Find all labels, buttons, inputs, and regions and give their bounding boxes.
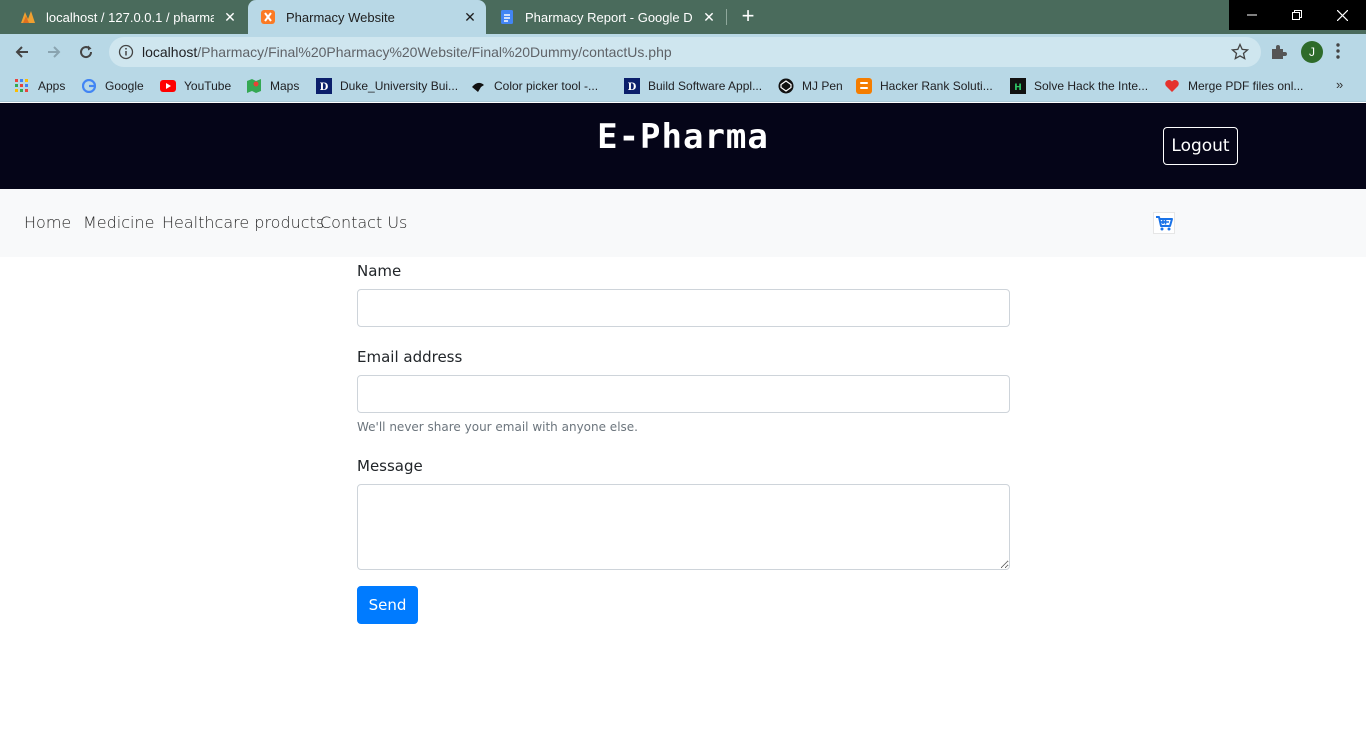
url-path: /Pharmacy/Final%20Pharmacy%20Website/Fin… [197,44,672,60]
svg-text:H: H [1014,83,1022,93]
name-input[interactable] [357,289,1010,327]
tab-pharmacy-website[interactable]: Pharmacy Website ✕ [248,0,486,34]
bookmark-label: Apps [38,79,66,93]
site-header: E-Pharma Logout [0,103,1366,189]
minimize-icon[interactable] [1229,0,1274,30]
heart-icon [1164,78,1180,94]
bookmark-label: Solve Hack the Inte... [1034,79,1149,93]
url-text: localhost/Pharmacy/Final%20Pharmacy%20We… [142,44,672,60]
browser-toolbar: localhost/Pharmacy/Final%20Pharmacy%20We… [0,34,1366,70]
bookmark-label: Merge PDF files onl... [1188,79,1304,93]
duke-icon: D [316,78,332,94]
bookmark-label: Maps [270,79,300,93]
site-brand[interactable]: E-Pharma [0,117,1366,157]
back-arrow-icon[interactable] [10,40,34,64]
bookmark-label: Color picker tool -... [494,79,599,93]
bookmark-label: Duke_University Bui... [340,79,459,93]
tab-title: Pharmacy Website [286,9,395,25]
email-help-text: We'll never share your email with anyone… [357,420,638,434]
close-icon[interactable]: ✕ [462,9,478,25]
message-textarea[interactable] [357,484,1010,570]
new-tab-button[interactable]: + [736,5,760,29]
bookmark-label: Google [105,79,144,93]
url-host: localhost [142,44,198,60]
bookmarks-bar: Apps Google YouTube Maps D Duke_Universi… [0,70,1366,102]
tab-phpmyadmin[interactable]: localhost / 127.0.0.1 / pharmacy / ✕ [8,0,246,34]
cart-plus-icon[interactable] [1153,212,1175,234]
message-label: Message [357,457,423,475]
google-icon [81,78,97,94]
bookmark-google[interactable]: Google [81,76,144,96]
bookmark-star-icon[interactable] [1230,42,1250,66]
bookmark-build-software[interactable]: D Build Software Appl... [624,76,762,96]
bookmark-duke[interactable]: D Duke_University Bui... [316,76,458,96]
maps-icon [246,78,262,94]
phpmyadmin-icon [20,9,36,25]
nav-home[interactable]: Home [24,213,71,232]
bookmark-mj-pen[interactable]: MJ Pen [778,76,843,96]
logout-button[interactable]: Logout [1163,127,1238,165]
nav-healthcare-products[interactable]: Healthcare products [162,213,324,232]
duke-icon: D [624,78,640,94]
restore-icon[interactable] [1274,0,1319,30]
svg-text:D: D [320,82,329,93]
bookmark-label: Hacker Rank Soluti... [880,79,993,93]
apps-grid-icon [14,78,30,94]
menu-kebab-icon[interactable] [1336,43,1340,64]
tab-separator [726,9,727,25]
bookmarks-overflow-icon[interactable]: » [1336,77,1343,92]
name-label: Name [357,262,402,280]
bookmark-label: MJ Pen [802,79,843,93]
extensions-puzzle-icon[interactable] [1270,44,1287,66]
window-close-icon[interactable] [1320,0,1365,30]
tab-title: Pharmacy Report - Google Docs [525,9,693,25]
browser-tab-strip: localhost / 127.0.0.1 / pharmacy / ✕ Pha… [0,0,1366,34]
color-picker-icon [470,78,486,94]
reload-icon[interactable] [74,40,98,64]
nav-contact-us[interactable]: Contact Us [320,213,407,232]
bookmark-maps[interactable]: Maps [246,76,299,96]
close-icon[interactable]: ✕ [701,9,717,25]
tab-google-docs[interactable]: Pharmacy Report - Google Docs ✕ [487,0,725,34]
bookmark-solve-hack[interactable]: H Solve Hack the Inte... [1010,76,1148,96]
tab-title: localhost / 127.0.0.1 / pharmacy / [46,9,214,25]
info-icon[interactable] [118,44,134,65]
bookmark-color-picker[interactable]: Color picker tool -... [470,76,598,96]
profile-avatar[interactable]: J [1301,41,1323,63]
nav-medicine[interactable]: Medicine [83,213,154,232]
bookmark-apps[interactable]: Apps [14,76,65,96]
hackerrank-icon: H [1010,78,1026,94]
bookmark-hacker-rank[interactable]: Hacker Rank Soluti... [856,76,993,96]
address-bar[interactable]: localhost/Pharmacy/Final%20Pharmacy%20We… [109,37,1261,67]
youtube-icon [160,78,176,94]
google-docs-icon [499,9,515,25]
bookmark-merge-pdf[interactable]: Merge PDF files onl... [1164,76,1303,96]
email-input[interactable] [357,375,1010,413]
bookmark-label: YouTube [184,79,232,93]
blogger-icon [856,78,872,94]
send-button[interactable]: Send [357,586,418,624]
svg-text:D: D [628,82,637,93]
bookmark-youtube[interactable]: YouTube [160,76,231,96]
email-label: Email address [357,348,463,366]
close-icon[interactable]: ✕ [222,9,238,25]
codepen-icon [778,78,794,94]
xampp-icon [260,9,276,25]
bookmark-label: Build Software Appl... [648,79,763,93]
site-navbar: Home Medicine Healthcare products Contac… [0,189,1366,257]
forward-arrow-icon[interactable] [42,40,66,64]
